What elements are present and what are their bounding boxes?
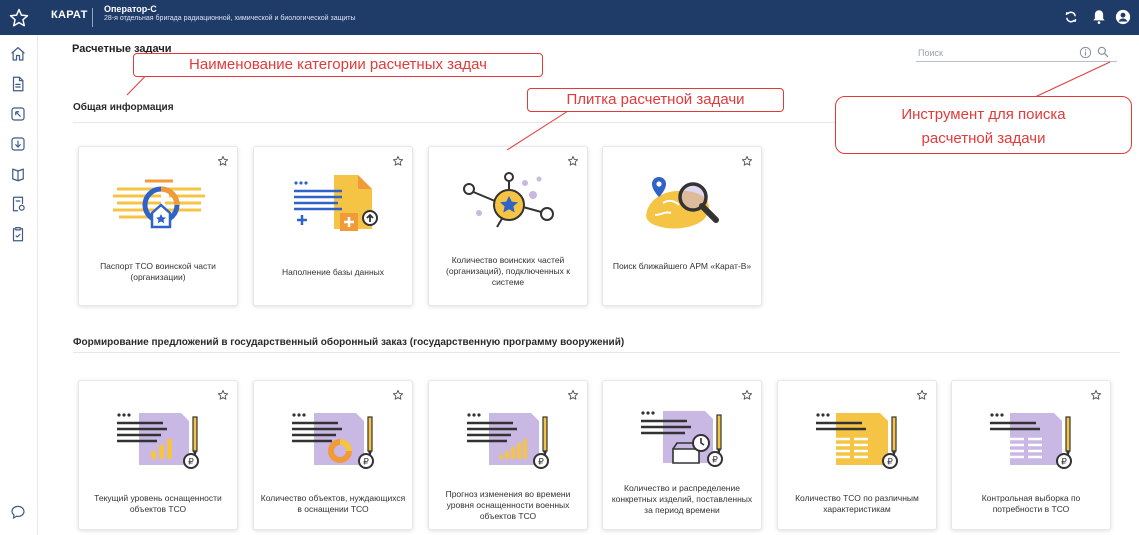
favorite-star-icon[interactable] [1090,389,1102,401]
task-tile-tso-passport[interactable]: Паспорт ТСО воинской части (организации) [78,146,238,306]
network-star-illustration-icon [463,172,554,228]
svg-text:₽: ₽ [887,457,893,467]
favorite-star-icon[interactable] [392,155,404,167]
search-underline [916,61,1117,62]
table-report-illustration-icon: ₽ [816,413,898,469]
database-fill-illustration-icon [294,175,378,231]
passport-illustration-icon [113,179,205,229]
bar-report-illustration-icon: ₽ [117,413,199,469]
task-tile-items-distribution[interactable]: ₽ Количество и распределение конкретных … [602,380,762,530]
clipboard-icon[interactable] [9,225,27,243]
svg-text:₽: ₽ [363,457,369,467]
favorite-star-icon[interactable] [741,389,753,401]
doc-settings-icon[interactable] [9,195,27,213]
clock-report-illustration-icon: ₽ [641,411,723,467]
task-tile-control-sample[interactable]: ₽ Контрольная выборка по потребности в Т… [951,380,1111,530]
top-bar: КАРАТ Оператор-С 28-я отдельная бригада … [0,0,1139,35]
task-tile-label: Паспорт ТСО воинской части (организации) [100,261,216,282]
info-icon[interactable] [1079,46,1092,59]
svg-text:₽: ₽ [1061,457,1067,467]
favorite-star-icon[interactable] [392,389,404,401]
home-icon[interactable] [9,45,27,63]
annotation-category-name: Наименование категории расчетных задач [133,53,543,77]
star-icon[interactable] [8,7,30,29]
document-icon[interactable] [9,75,27,93]
section-title-defense-order: Формирование предложений в государственн… [73,337,625,348]
task-tile-label: Наполнение базы данных [281,267,385,277]
favorite-star-icon[interactable] [567,389,579,401]
search-icon[interactable] [1096,45,1110,59]
favorite-star-icon[interactable] [217,155,229,167]
book-icon[interactable] [9,165,27,183]
donut-report-illustration-icon: ₽ [292,413,374,469]
favorite-star-icon[interactable] [916,389,928,401]
chat-icon[interactable] [9,503,27,521]
sync-icon[interactable] [1062,8,1080,26]
search-input[interactable] [918,46,1068,60]
map-search-illustration-icon [646,177,719,229]
arrow-back-icon[interactable] [9,105,27,123]
annotation-search-tool: Инструмент для поиска расчетной задачи [835,96,1132,154]
user-icon[interactable] [1114,8,1132,26]
download-icon[interactable] [9,135,27,153]
task-tile-label: Количество ТСО по различным характеристи… [795,493,919,514]
task-tile-label: Количество объектов, нуждающихся в оснащ… [260,493,406,514]
list-report-illustration-icon: ₽ [990,413,1072,469]
bell-icon[interactable] [1090,8,1108,26]
section-title-general: Общая информация [73,102,174,113]
task-tile-label: Текущий уровень оснащенности объектов ТС… [94,493,222,514]
task-tile-equipment-forecast[interactable]: ₽ Прогноз изменения во времени уровня ос… [428,380,588,530]
favorite-star-icon[interactable] [567,155,579,167]
task-tile-objects-needing-equipment[interactable]: ₽ Количество объектов, нуждающихся в осн… [253,380,413,530]
task-tile-label: Прогноз изменения во времени уровня осна… [445,489,571,521]
task-tile-nearest-arm[interactable]: Поиск ближайшего АРМ «Карат-В» [602,146,762,306]
svg-text:₽: ₽ [712,455,718,465]
task-tile-connected-units[interactable]: Количество воинских частей (организаций)… [428,146,588,306]
annotation-task-tile: Плитка расчетной задачи [527,88,784,112]
task-tile-label: Контрольная выборка по потребности в ТСО [981,493,1081,514]
svg-text:₽: ₽ [188,457,194,467]
task-tile-label: Количество воинских частей (организаций)… [446,255,570,287]
left-sidebar [0,35,38,535]
favorite-star-icon[interactable] [217,389,229,401]
growth-report-illustration-icon: ₽ [467,413,549,469]
task-tile-label: Количество и распределение конкретных из… [611,483,753,515]
unit-name: 28-я отдельная бригада радиационной, хим… [104,15,356,22]
app-brand[interactable]: КАРАТ [51,9,88,21]
task-tile-current-equipment-level[interactable]: ₽ Текущий уровень оснащенности объектов … [78,380,238,530]
task-tile-database-fill[interactable]: Наполнение базы данных [253,146,413,306]
section-divider [73,352,1120,353]
task-tile-label: Поиск ближайшего АРМ «Карат-В» [612,261,752,271]
svg-text:₽: ₽ [538,457,544,467]
brand-divider [92,8,93,27]
favorite-star-icon[interactable] [741,155,753,167]
operator-name: Оператор-С [104,4,157,14]
task-tile-tso-characteristics[interactable]: ₽ Количество ТСО по различным характерис… [777,380,937,530]
